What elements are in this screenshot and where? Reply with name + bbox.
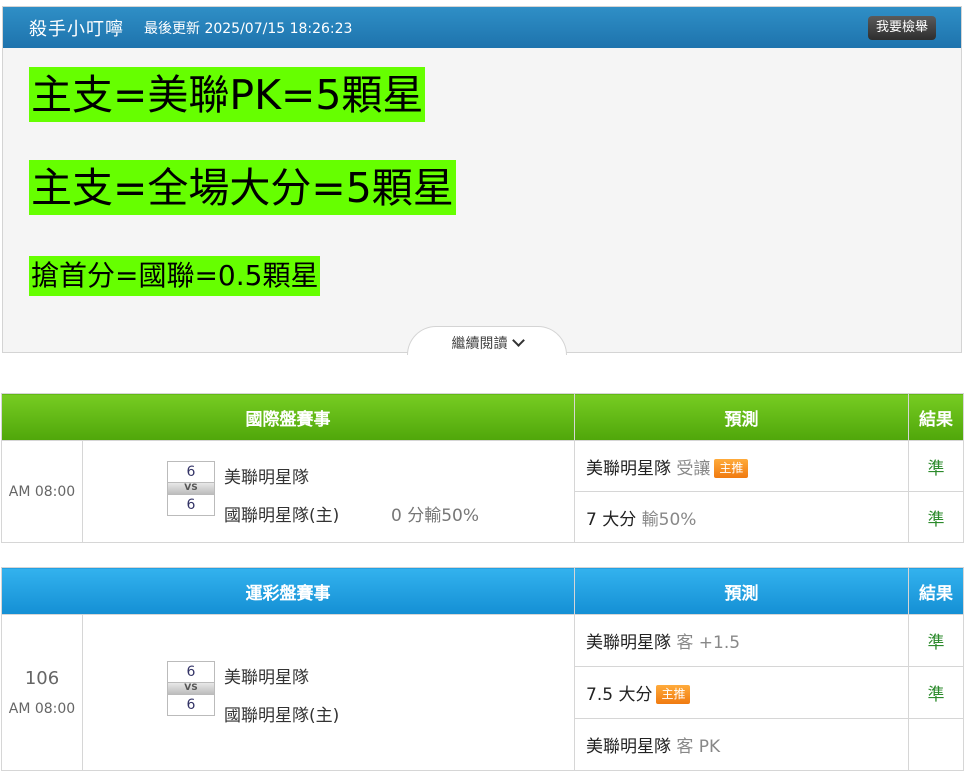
result-cell: 準 (908, 440, 964, 492)
prediction-sub: 客 +1.5 (676, 633, 741, 653)
prediction-cell: 美聯明星隊 受讓 主推 (574, 440, 909, 492)
lottery-header-match: 運彩盤賽事 (1, 567, 575, 615)
away-team: 美聯明星隊 (224, 668, 309, 688)
prediction-cell: 7.5 大分 主推 (574, 666, 909, 719)
score-box: 6 VS 6 (167, 661, 215, 716)
prediction-main: 美聯明星隊 (586, 458, 671, 479)
prediction-main: 美聯明星隊 (586, 737, 671, 757)
article-panel: 殺手小叮嚀 最後更新 2025/07/15 18:26:23 我要檢舉 主支=美… (2, 6, 962, 355)
lottery-games-table: 運彩盤賽事 預測 結果 106 AM 08:00 6 VS 6 美聯明星隊 國聯… (1, 567, 964, 771)
away-score: 6 (167, 661, 215, 683)
intl-header-match: 國際盤賽事 (1, 393, 575, 441)
match-cell: 6 VS 6 美聯明星隊 國聯明星隊(主) 0 分輸50% (82, 440, 575, 543)
prediction-sub: 客 PK (676, 737, 721, 757)
away-team: 美聯明星隊 (224, 468, 309, 488)
top-pick-badge: 主推 (656, 685, 691, 704)
intl-games-table: 國際盤賽事 預測 結果 AM 08:00 6 VS 6 美聯明星隊 國聯明星隊(… (1, 393, 964, 543)
game-time: AM 08:00 (8, 483, 76, 500)
prediction-sub: 輸50% (641, 509, 697, 530)
home-team: 國聯明星隊(主) (224, 506, 340, 526)
prediction-cell: 7 大分 輸50% (574, 491, 909, 543)
game-number: 106 (24, 668, 60, 689)
home-team: 國聯明星隊(主) (224, 706, 340, 726)
match-cell: 6 VS 6 美聯明星隊 國聯明星隊(主) (82, 614, 575, 771)
game-time-cell: AM 08:00 (1, 440, 83, 543)
away-score: 6 (167, 461, 215, 483)
intl-header-prediction: 預測 (574, 393, 909, 441)
home-score: 6 (167, 494, 215, 516)
pick-line-2: 主支=全場大分=5顆星 (29, 160, 456, 215)
intl-header-result: 結果 (908, 393, 964, 441)
read-more-button[interactable]: 繼續閱讀 (407, 326, 567, 355)
title-bar: 殺手小叮嚀 最後更新 2025/07/15 18:26:23 我要檢舉 (3, 7, 961, 48)
lottery-header-result: 結果 (908, 567, 964, 615)
pick-line-1: 主支=美聯PK=5顆星 (29, 67, 426, 122)
result-cell: 準 (908, 491, 964, 543)
prediction-cell: 美聯明星隊 客 PK (574, 718, 909, 771)
vs-label: VS (167, 483, 215, 494)
game-time-cell: 106 AM 08:00 (1, 614, 83, 771)
prediction-main: 美聯明星隊 (586, 633, 671, 653)
last-updated: 最後更新 2025/07/15 18:26:23 (144, 20, 353, 37)
report-button[interactable]: 我要檢舉 (867, 16, 936, 40)
prediction-main: 7.5 大分 (586, 685, 653, 705)
prediction-main: 7 大分 (586, 509, 637, 530)
score-box: 6 VS 6 (167, 461, 215, 516)
vs-label: VS (167, 683, 215, 694)
lottery-header-prediction: 預測 (574, 567, 909, 615)
game-time: AM 08:00 (8, 701, 76, 717)
result-cell (908, 718, 964, 771)
top-pick-badge: 主推 (714, 458, 749, 478)
prediction-cell: 美聯明星隊 客 +1.5 (574, 614, 909, 667)
chevron-down-icon (511, 334, 525, 347)
handicap-line: 0 分輸50% (391, 506, 480, 526)
prediction-sub: 受讓 (676, 458, 711, 479)
home-score: 6 (167, 694, 215, 716)
pick-line-3: 搶首分=國聯=0.5顆星 (29, 256, 321, 296)
result-cell: 準 (908, 614, 964, 667)
read-more-label: 繼續閱讀 (451, 336, 508, 352)
author-name[interactable]: 殺手小叮嚀 (29, 15, 124, 41)
result-cell: 準 (908, 666, 964, 719)
